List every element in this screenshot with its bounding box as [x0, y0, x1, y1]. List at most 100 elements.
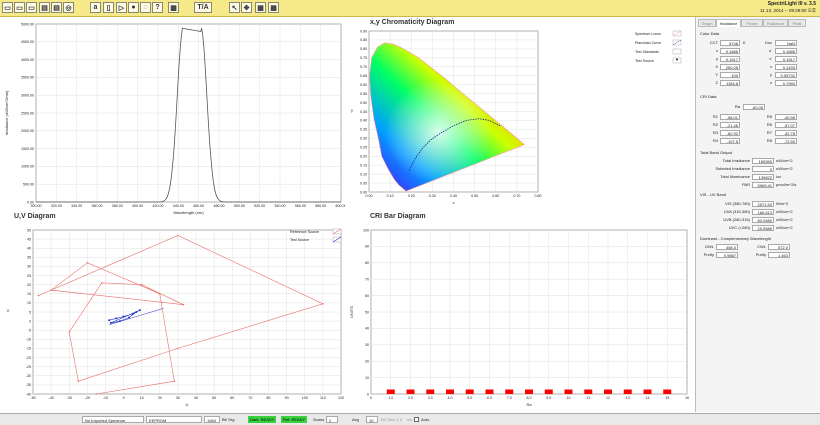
cri-data-label: CRI Data [700, 94, 717, 99]
record-icon[interactable]: ● [128, 2, 139, 13]
spectrum-xlabel: Wavelength (nm) [173, 210, 204, 215]
cie-plot[interactable]: 0.90 0.85 0.80 0.75 0.70 0.65 0.60 0.55 0.50 0.45… [345, 17, 695, 222]
cie-xtick: 0.70 [513, 194, 520, 198]
uv-xtick: -50 [30, 396, 35, 400]
cct-label: CCT [709, 40, 718, 45]
cie-xlabel: x [453, 200, 455, 205]
color-data-label: Color Data [700, 31, 720, 36]
cri-left-label: R3 [712, 130, 718, 135]
cri-left-value: -58.01 [720, 114, 740, 120]
cursor-icon[interactable]: ↖ [229, 2, 240, 13]
cri-right-value: -40.98 [775, 114, 797, 120]
export-icon[interactable]: ▤ [51, 2, 62, 13]
tab-peak[interactable]: Peak [788, 19, 806, 27]
uv-ytick: 40 [27, 247, 31, 251]
cri-ylabel: UNITS [349, 306, 354, 318]
spectrum-xtick: 480.00 [214, 204, 225, 208]
annotate-button[interactable]: T/A [194, 2, 212, 13]
uv-ytick: -20 [26, 356, 31, 360]
test-source-point [109, 321, 112, 324]
tab-graph[interactable]: Graph [698, 19, 716, 27]
reference-source-point [159, 292, 161, 295]
stop-icon[interactable]: ◌ [140, 2, 151, 13]
save-as-icon[interactable]: ▭ [26, 2, 37, 13]
text-icon[interactable]: a [90, 2, 101, 13]
cri-xtick: 16 [685, 396, 689, 400]
save-icon[interactable]: ▭ [14, 2, 25, 13]
open-icon[interactable]: ▭ [2, 2, 13, 13]
reference-source-point [95, 393, 98, 395]
settings-icon[interactable]: ◎ [63, 2, 74, 13]
autoscale-icon[interactable]: ▦ [268, 2, 279, 13]
cct-unit: K [743, 40, 746, 45]
uv-ytick: -10 [26, 338, 31, 342]
tab-radiance[interactable]: Radiance [763, 19, 788, 27]
cri-xtick: 6.0 [487, 396, 492, 400]
uv-ytick: 20 [27, 283, 31, 287]
reference-source-point [140, 283, 143, 286]
cri-bar [525, 389, 533, 394]
purity-value: 0.9887 [716, 252, 738, 258]
color-left-value: 250.05 [720, 64, 740, 70]
spectrum-ytick: 1500.00 [21, 147, 34, 151]
color-left-value: 0.1686 [720, 48, 740, 54]
cri-xtick: 12 [606, 396, 610, 400]
spectrum-xtick: 420.00 [153, 204, 164, 208]
test-source-point [138, 309, 141, 312]
spectrum-xtick: 560.00 [295, 204, 306, 208]
copy-icon[interactable]: ▯ [103, 2, 114, 13]
color-right-label: x [770, 64, 772, 69]
image-icon[interactable]: ▦ [168, 2, 179, 13]
purity2-value: 1.463 [768, 252, 790, 258]
avg-label: Avg [352, 417, 359, 422]
cri-xtick: 7.0 [507, 396, 512, 400]
cri-xtick: 10 [567, 396, 571, 400]
cri-ytick: 90 [365, 245, 369, 249]
avg-input[interactable]: 10 [366, 416, 378, 423]
app-title: SpectriLight III v. 3.5 [767, 1, 816, 7]
spectrum-plot[interactable]: 5000.00 4500.00 4000.00 3500.00 3000.00 2500.… [0, 17, 345, 222]
color-left-label: Y [715, 72, 718, 77]
cie-ytick: 0.50 [360, 101, 367, 105]
spectrum-ytick: 4000.00 [21, 58, 34, 62]
color-right-value: 0.1517 [775, 56, 797, 62]
cie-ytick: 0.65 [360, 74, 367, 78]
spectrum-ytick: 2500.00 [21, 111, 34, 115]
band-row-unit: uW/cm^2 [776, 166, 793, 171]
cri-left-value: -21.46 [720, 122, 740, 128]
color-right-label: v' [769, 56, 772, 61]
uv-ytick: -30 [26, 374, 31, 378]
zoom-icon[interactable]: ▦ [255, 2, 266, 13]
reference-source-point [68, 331, 71, 333]
cri-xtick: 15 [665, 396, 669, 400]
run-icon[interactable]: ▷ [116, 2, 127, 13]
vis-row-label: UVC (<280) [728, 225, 750, 230]
cri-bar [465, 389, 474, 394]
tab-irradiance[interactable]: Irradiance [716, 19, 741, 27]
tab-power[interactable]: Power [741, 19, 763, 27]
vis-row-value: 2571.53 [752, 201, 774, 207]
pan-icon[interactable]: ✥ [241, 2, 252, 13]
spectrum-ytick: 2000.00 [21, 129, 34, 133]
cri-bar-title: CRI Bar Diagram [370, 213, 426, 220]
color-left-value: 100 [720, 72, 740, 78]
cie-legend-label: Test Standards [635, 50, 659, 54]
uv-plot[interactable]: 50454035302520151050-5-10-15-20-25-30-35… [0, 222, 345, 412]
cie-ytick: 0.85 [360, 38, 367, 42]
auto-checkbox[interactable] [414, 417, 419, 422]
reference-source-point [77, 380, 80, 383]
status-spectrum: No Imported Spectrum [82, 416, 144, 423]
help-icon[interactable]: ? [152, 2, 163, 13]
cie-ytick: 0.75 [360, 56, 367, 60]
uv-xtick: -10 [103, 396, 108, 400]
scans-input[interactable]: 2 [326, 416, 338, 423]
cri-ytick: 50 [365, 310, 369, 314]
reference-source-point [322, 303, 324, 305]
band-row-unit: uW/cm^2 [776, 158, 793, 163]
band-row-value: 139822 [752, 174, 774, 180]
spectrum-ytick: 3500.00 [21, 76, 34, 80]
print-icon[interactable]: ▤ [39, 2, 50, 13]
cie-xtick: 0.40 [450, 194, 457, 198]
status-value: 1964 [204, 416, 220, 423]
cri-bar-plot[interactable]: 10090807060504030201000 1.0 2.0 3.0 4.0 5.0 6.… [345, 222, 695, 412]
